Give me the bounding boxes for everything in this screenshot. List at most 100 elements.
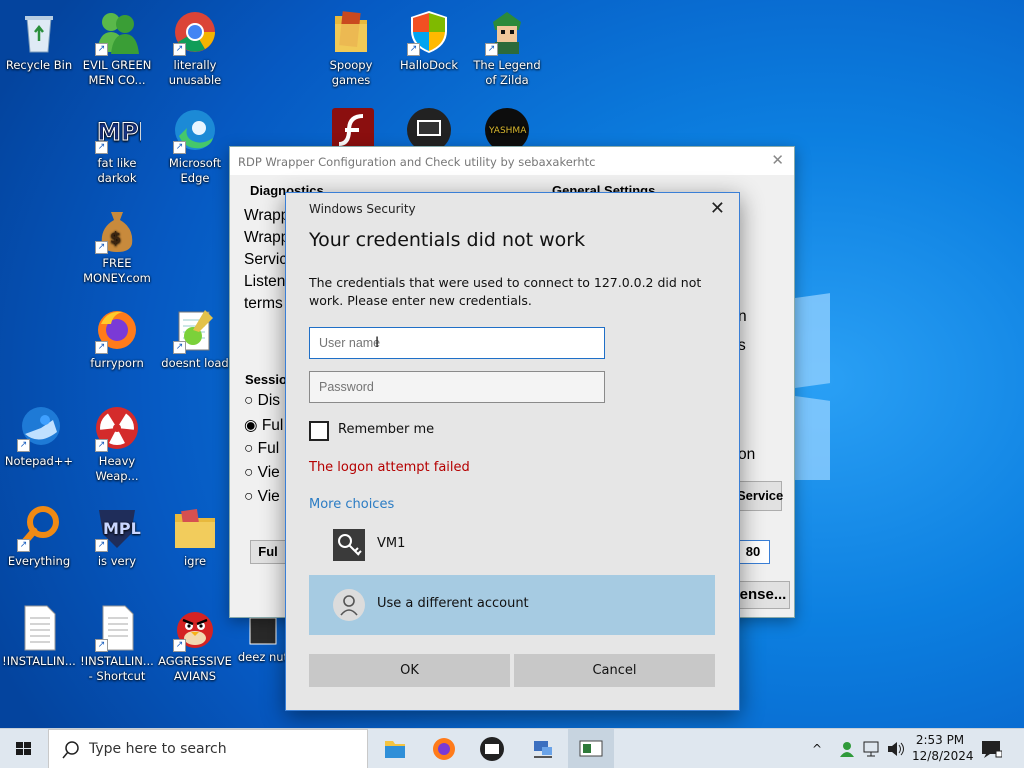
folder-icon: [171, 504, 219, 552]
account-label: VM1: [377, 536, 406, 551]
desktop-icon-label: doesnt load: [161, 356, 229, 370]
cancel-button[interactable]: Cancel: [514, 654, 715, 687]
desktop-icon-spoopy-games[interactable]: Spoopy games: [312, 8, 390, 88]
desktop-icon-label: FREE MONEY.com: [83, 256, 151, 285]
firefox-icon[interactable]: [424, 733, 464, 765]
document-icon: ↗: [93, 604, 141, 652]
network-icon[interactable]: [862, 740, 882, 768]
rdp-window-titlebar[interactable]: RDP Wrapper Configuration and Check util…: [230, 147, 794, 175]
account-option-vm1[interactable]: VM1: [309, 515, 715, 575]
password-input[interactable]: [309, 371, 605, 403]
money-bag-icon: $ ↗: [93, 206, 141, 254]
svg-text:MPL: MPL: [103, 519, 141, 538]
desktop-icon-igre[interactable]: igre: [156, 504, 234, 569]
radio-option[interactable]: ○ Vie: [244, 464, 280, 482]
more-choices-link[interactable]: More choices: [309, 497, 394, 512]
game-character-icon: ↗: [483, 8, 531, 56]
rdp-config-icon[interactable]: [568, 729, 614, 768]
desktop-icon-legend-of-zilda[interactable]: ↗ The Legend of Zilda: [468, 8, 546, 88]
terminal-icon: [248, 614, 278, 648]
terminal-icon[interactable]: [472, 733, 512, 765]
desktop-icon-installing-1[interactable]: !INSTALLIN...: [0, 604, 78, 669]
radio-label: Vie: [257, 488, 280, 505]
desktop-icon-label: !INSTALLIN...: [2, 654, 76, 668]
desktop-icon-notepad-plus[interactable]: ↗ doesnt load: [156, 306, 234, 371]
desktop-icon-thunderbird[interactable]: ↗ Notepad++: [0, 404, 78, 469]
diag-line: Servic: [244, 251, 288, 268]
clock-date: 12/8/2024: [912, 749, 974, 763]
desktop-icon-chrome[interactable]: ↗ literally unusable: [156, 8, 234, 88]
desktop-icon-free-money[interactable]: $ ↗ FREE MONEY.com: [78, 206, 156, 286]
desktop-icon-aggressive-avians[interactable]: ↗ AGGRESSIVE AVIANS: [156, 604, 234, 684]
start-button[interactable]: [0, 729, 48, 768]
desktop-icon-label: Spoopy games: [329, 58, 373, 87]
radio-label: Ful: [257, 440, 280, 457]
desktop-icon-recycle-bin[interactable]: Recycle Bin: [0, 8, 78, 73]
dialog-message: The credentials that were used to connec…: [309, 275, 702, 308]
network-computer-icon[interactable]: [522, 733, 562, 765]
close-icon[interactable]: ✕: [771, 151, 784, 169]
file-explorer-icon[interactable]: [375, 733, 415, 765]
desktop-icon-everything[interactable]: ↗ Everything: [0, 504, 78, 569]
desktop-icon-fat-like-darkok[interactable]: MPL ↗ fat like darkok: [78, 106, 156, 186]
error-message: The logon attempt failed: [309, 460, 470, 475]
clock-time: 2:53 PM: [915, 733, 965, 747]
folder-icon: [327, 8, 375, 56]
notification-icon[interactable]: [980, 739, 1003, 768]
magnifier-icon: ↗: [15, 504, 63, 552]
desktop-icon-label: Heavy Weap...: [95, 454, 139, 483]
radiation-icon: ↗: [93, 404, 141, 452]
desktop-icon-evil-green-men[interactable]: ↗ EVIL GREEN MEN CO...: [78, 8, 156, 88]
volume-icon[interactable]: [886, 740, 906, 768]
service-button[interactable]: Service: [736, 481, 783, 511]
desktop-icon-label: !INSTALLIN... - Shortcut: [80, 654, 154, 683]
desktop-icon-heavy-weapons[interactable]: ↗ Heavy Weap...: [78, 404, 156, 484]
recycle-bin-icon: [15, 8, 63, 56]
radio-option[interactable]: ○ Dis: [244, 392, 280, 410]
close-icon[interactable]: ✕: [710, 198, 725, 219]
desktop-icon-label: Recycle Bin: [5, 58, 73, 72]
full-button[interactable]: Ful: [250, 540, 286, 564]
ok-button[interactable]: OK: [309, 654, 510, 687]
desktop-icon-is-very[interactable]: MPL ↗ is very: [78, 504, 156, 569]
account-option-different[interactable]: Use a different account: [309, 575, 715, 635]
remember-me-checkbox[interactable]: [309, 421, 329, 441]
username-input[interactable]: [309, 327, 605, 359]
chrome-icon: ↗: [171, 8, 219, 56]
thunderbird-icon: ↗: [15, 404, 63, 452]
document-icon: [15, 604, 63, 652]
desktop-icon-label: AGGRESSIVE AVIANS: [158, 654, 232, 683]
radio-option[interactable]: ○ Vie: [244, 488, 280, 506]
edge-icon: ↗: [171, 106, 219, 154]
mpl-logo-icon: MPL ↗: [93, 106, 154, 154]
mpl-shield-icon: MPL ↗: [93, 504, 141, 552]
port-field[interactable]: 80: [736, 540, 770, 564]
desktop-icon-edge[interactable]: ↗ Microsoft Edge: [156, 106, 234, 186]
windows-icon: [16, 742, 31, 755]
firefox-icon: ↗: [93, 306, 141, 354]
taskbar-search-box[interactable]: Type here to search: [48, 729, 368, 768]
person-icon: [333, 589, 365, 621]
desktop-icon-installing-2[interactable]: ↗ !INSTALLIN... - Shortcut: [78, 604, 156, 684]
desktop-icon-label: Notepad++: [4, 454, 74, 468]
chevron-up-icon[interactable]: ^: [812, 742, 822, 768]
windows-security-dialog[interactable]: Windows Security ✕ Your credentials did …: [285, 192, 740, 711]
notepad-plus-icon: ↗: [171, 306, 219, 354]
radio-option[interactable]: ○ Ful: [244, 440, 279, 458]
session-label: Sessio: [245, 372, 287, 387]
license-button[interactable]: ense...: [736, 581, 790, 609]
radio-option-selected[interactable]: ◉ Ful: [244, 416, 283, 435]
dialog-header: Windows Security: [309, 202, 416, 216]
diag-line: Listen: [244, 273, 286, 290]
desktop-icon-firefox[interactable]: ↗ furryporn: [78, 306, 156, 371]
desktop-icon-label: EVIL GREEN MEN CO...: [82, 58, 152, 87]
settings-fragment: on: [738, 446, 756, 463]
desktop-icon-label: The Legend of Zilda: [473, 58, 541, 87]
person-tray-icon[interactable]: [838, 740, 856, 768]
dialog-title: Your credentials did not work: [309, 229, 586, 251]
desktop-icon-hallodock[interactable]: ↗ HalloDock: [390, 8, 468, 73]
desktop-icon-label: is very: [97, 554, 137, 568]
angry-bird-icon: ↗: [171, 604, 219, 652]
clock[interactable]: 2:53 PM 12/8/2024: [912, 732, 974, 768]
desktop-icon-label: igre: [183, 554, 207, 568]
